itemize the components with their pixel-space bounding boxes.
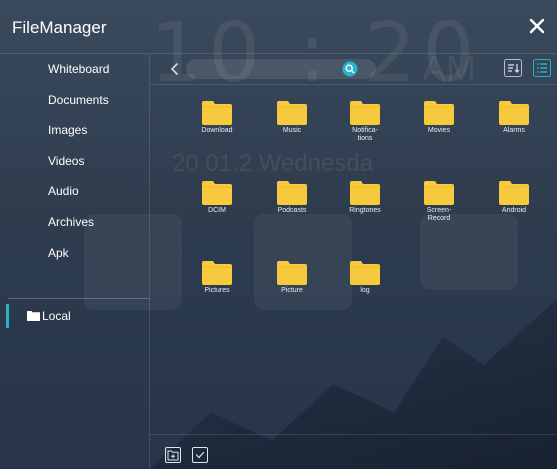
file-manager-window: 10 : 20 AM 20 01.2 Wednesda FileManager … — [0, 0, 557, 469]
folder-icon — [202, 101, 232, 125]
folder-item-pictures[interactable]: Pictures — [187, 245, 247, 315]
select-all-button[interactable] — [192, 447, 208, 463]
sidebar-item-apk[interactable]: Apk — [0, 238, 150, 268]
sidebar-item-label: Local — [42, 309, 71, 323]
folder-icon — [424, 101, 454, 125]
folder-icon — [499, 181, 529, 205]
folder-label: Podcasts — [277, 207, 307, 214]
chevron-left-icon — [171, 63, 178, 75]
folder-label: DCIM — [208, 207, 226, 214]
sidebar-item-label: Whiteboard — [48, 62, 110, 76]
sort-button[interactable] — [504, 59, 522, 77]
list-view-icon — [533, 59, 551, 77]
folder-icon — [277, 261, 307, 285]
new-folder-button[interactable] — [165, 447, 181, 463]
back-button[interactable] — [164, 58, 184, 80]
folder-icon — [277, 181, 307, 205]
folder-item-dcim[interactable]: DCIM — [187, 165, 247, 235]
sidebar-item-label: Documents — [48, 93, 109, 107]
sidebar-item-label: Audio — [48, 184, 79, 198]
folder-open-icon — [27, 311, 40, 321]
sidebar-item-audio[interactable]: Audio — [0, 176, 150, 206]
folder-icon — [202, 181, 232, 205]
folder-item-alarms[interactable]: Alarms — [484, 85, 544, 155]
folder-item-ringtones[interactable]: Ringtones — [335, 165, 395, 235]
folder-label: Movies — [427, 127, 451, 134]
folder-item-picture[interactable]: Picture — [262, 245, 322, 315]
folder-label: Download — [201, 127, 233, 134]
sidebar-divider — [8, 298, 150, 299]
folder-label: Alarms — [503, 127, 525, 134]
folder-icon — [350, 181, 380, 205]
sidebar-item-archives[interactable]: Archives — [0, 207, 150, 237]
folder-item-download[interactable]: Download — [187, 85, 247, 155]
close-icon — [529, 18, 545, 34]
sidebar-item-whiteboard[interactable]: Whiteboard — [0, 54, 150, 84]
folder-item-podcasts[interactable]: Podcasts — [262, 165, 322, 235]
folder-icon — [350, 261, 380, 285]
title-bar: FileManager — [0, 0, 557, 54]
sidebar-item-images[interactable]: Images — [0, 115, 150, 145]
selected-indicator — [6, 304, 9, 328]
folder-label: Notifica- tions — [352, 127, 378, 142]
app-title: FileManager — [12, 18, 107, 37]
folder-item-movies[interactable]: Movies — [409, 85, 469, 155]
folder-label: Pictures — [204, 287, 230, 294]
folder-icon — [202, 261, 232, 285]
sidebar: Whiteboard Documents Images Videos Audio… — [0, 54, 150, 469]
folder-label: Screen- Record — [426, 207, 452, 222]
folder-label: Music — [282, 127, 302, 134]
sidebar-item-label: Images — [48, 123, 88, 137]
folder-icon — [499, 101, 529, 125]
folder-item-notifications[interactable]: Notifica- tions — [335, 85, 395, 155]
sidebar-item-local[interactable]: Local — [0, 300, 150, 332]
bottom-bar — [150, 434, 557, 469]
sidebar-item-label: Apk — [48, 246, 69, 260]
folder-label: Picture — [281, 287, 303, 294]
sort-icon — [504, 59, 522, 77]
search-icon[interactable] — [342, 61, 358, 77]
folder-item-music[interactable]: Music — [262, 85, 322, 155]
folder-label: log — [360, 287, 370, 294]
toolbar — [150, 54, 557, 84]
folder-grid: Download Music Notifica- tions Movies Al… — [150, 84, 557, 434]
folder-item-android[interactable]: Android — [484, 165, 544, 235]
folder-label: Android — [501, 207, 527, 214]
folder-icon — [277, 101, 307, 125]
sidebar-item-label: Archives — [48, 215, 95, 229]
folder-icon — [424, 181, 454, 205]
sidebar-item-documents[interactable]: Documents — [0, 85, 150, 115]
close-button[interactable] — [525, 14, 549, 38]
new-folder-icon — [167, 450, 179, 461]
folder-item-screen-record[interactable]: Screen- Record — [409, 165, 469, 235]
folder-item-log[interactable]: log — [335, 245, 395, 315]
sidebar-item-label: Videos — [48, 154, 85, 168]
sidebar-item-videos[interactable]: Videos — [0, 146, 150, 176]
checkbox-icon — [195, 451, 205, 459]
list-view-button[interactable] — [533, 59, 551, 77]
folder-label: Ringtones — [349, 207, 381, 214]
folder-icon — [350, 101, 380, 125]
